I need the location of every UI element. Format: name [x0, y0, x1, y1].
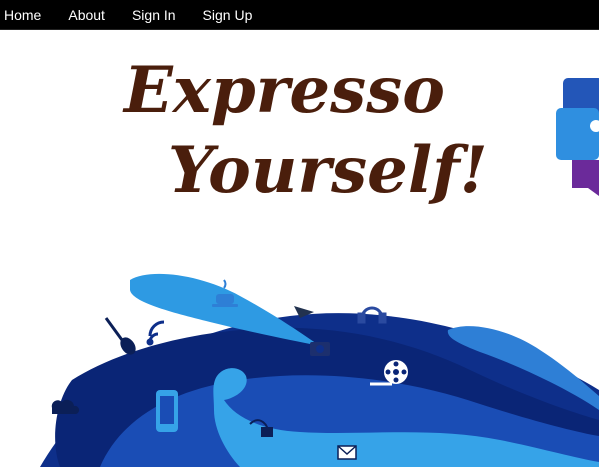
screwdriver-icon: [104, 317, 136, 355]
envelope-icon: [337, 445, 357, 460]
smartphone-icon: [156, 390, 178, 432]
hero-illustration: [40, 78, 599, 467]
camera-icon: [310, 342, 330, 356]
chat-bubbles-logo: [556, 78, 599, 196]
wifi-icon: [146, 320, 165, 346]
